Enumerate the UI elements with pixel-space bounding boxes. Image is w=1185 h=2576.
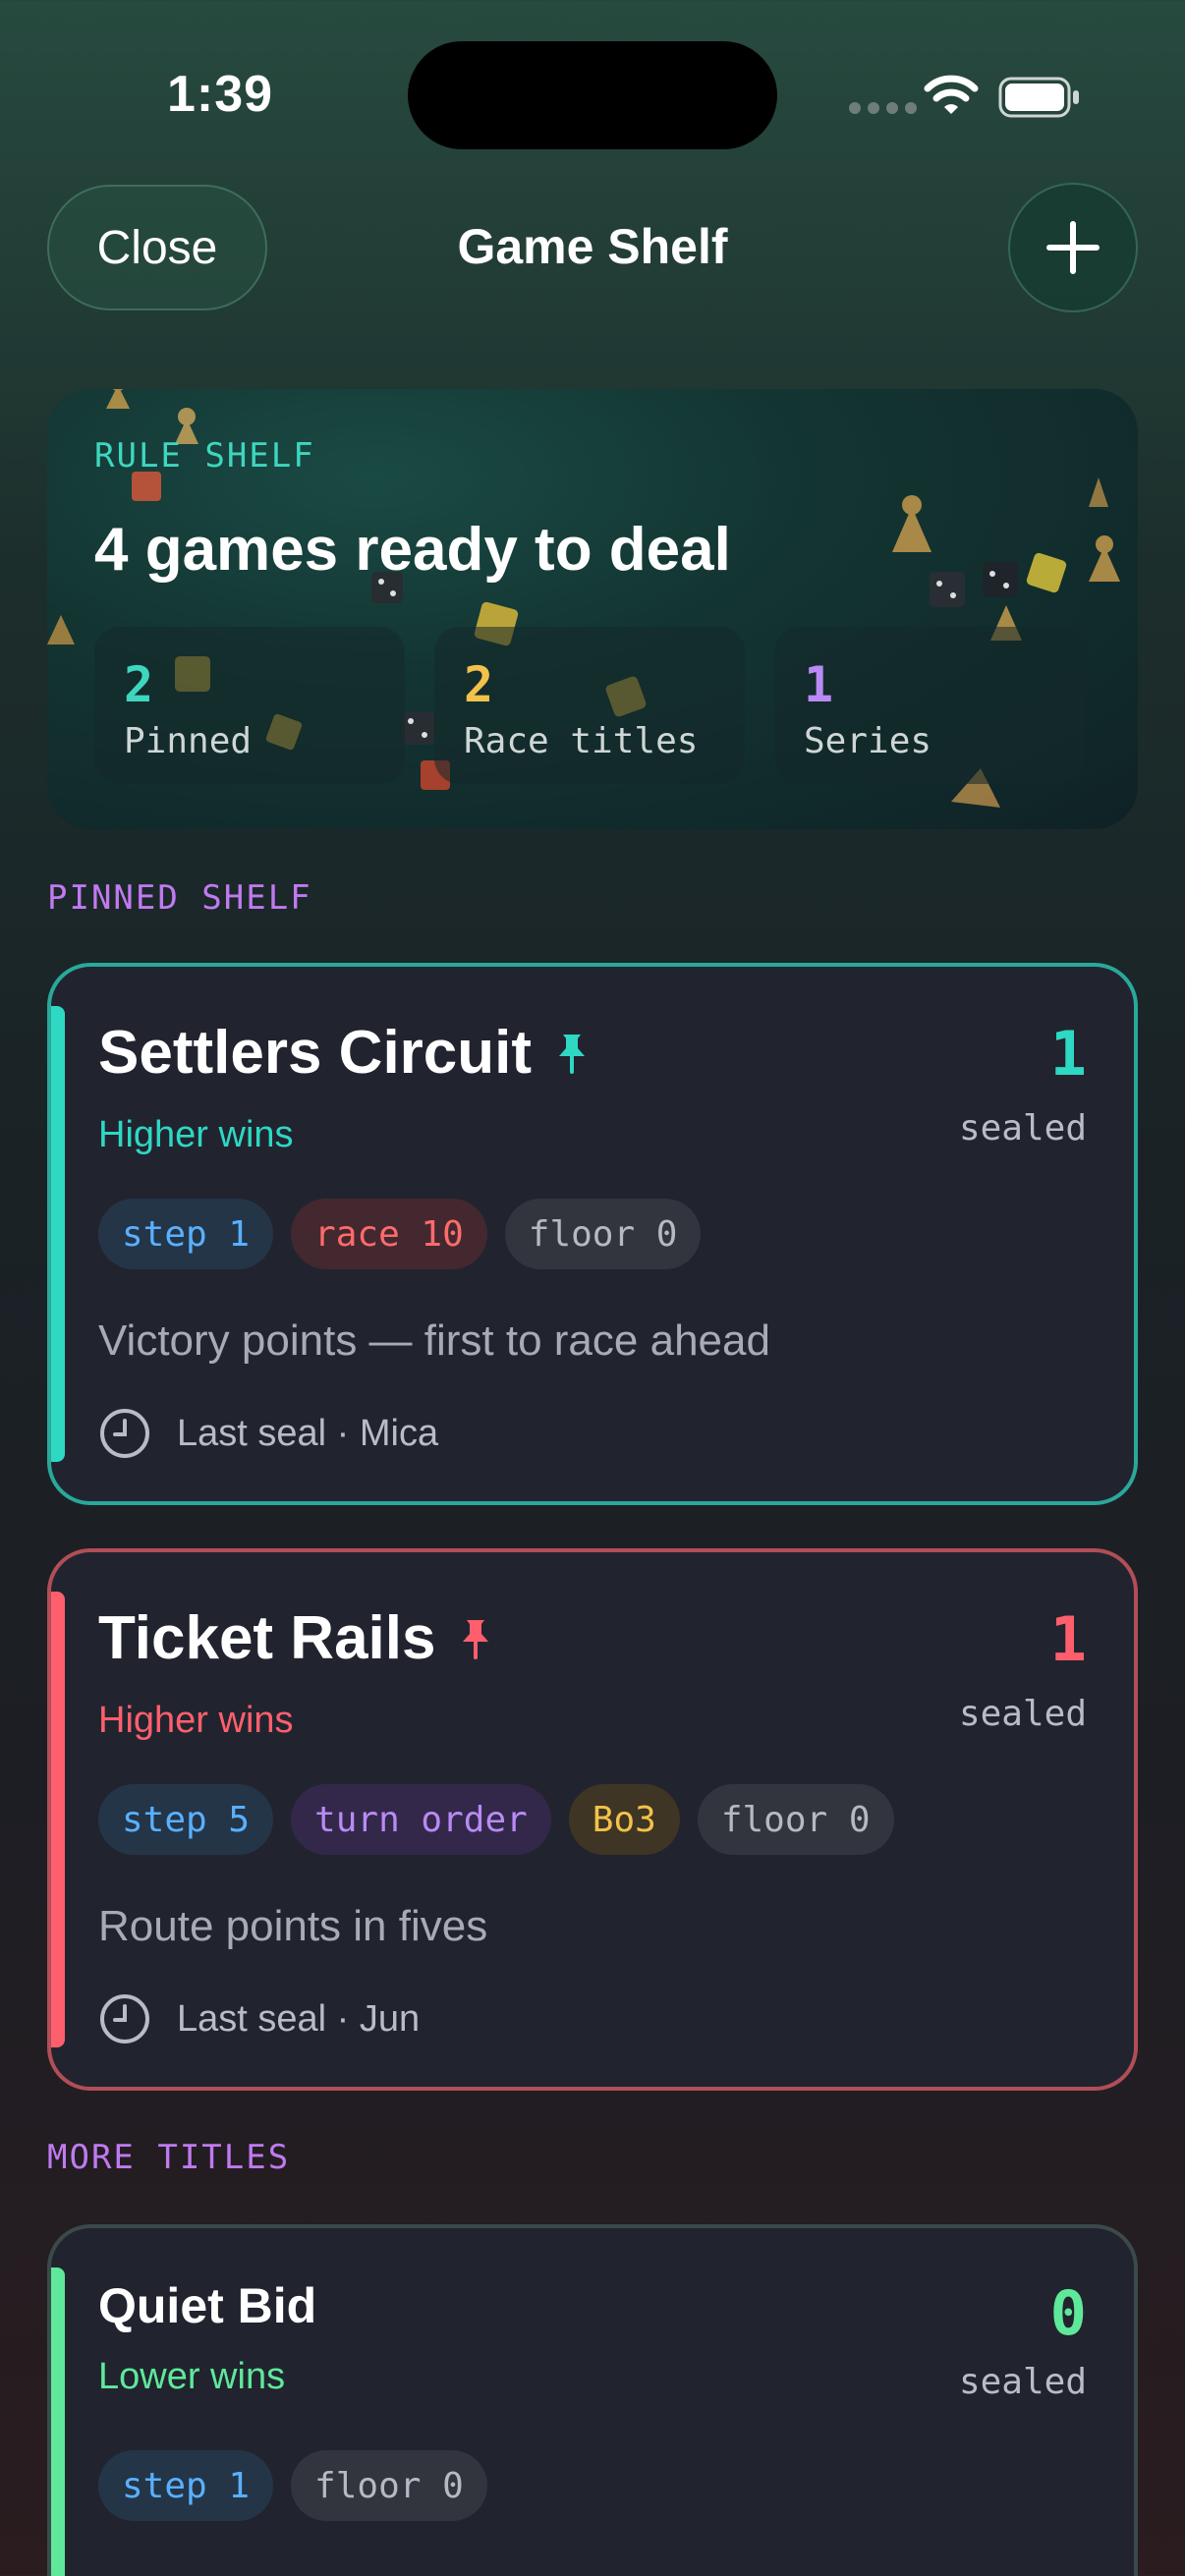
stat-value: 1 xyxy=(804,656,834,713)
card-accent-bar xyxy=(51,1592,65,2047)
sealed-count: 1 xyxy=(1049,1603,1087,1675)
game-card-settlers-circuit[interactable]: Settlers Circuit Higher wins 1 sealed st… xyxy=(47,963,1138,1505)
win-rule: Higher wins xyxy=(98,1700,294,1741)
sealed-label: sealed xyxy=(958,1108,1087,1148)
add-game-button[interactable] xyxy=(1008,183,1138,312)
chip-race: race 10 xyxy=(291,1199,487,1269)
clock-icon xyxy=(100,1409,149,1458)
plus-icon xyxy=(1046,221,1100,274)
card-accent-bar xyxy=(51,2268,65,2576)
section-label-pinned: PINNED SHELF xyxy=(47,878,312,918)
stat-race-titles: 2 Race titles xyxy=(434,627,745,784)
game-description: Victory points — first to race ahead xyxy=(98,1316,770,1365)
dynamic-island xyxy=(408,41,777,149)
clock-icon xyxy=(100,1994,149,2044)
rule-chips: step 5 turn order Bo3 floor 0 xyxy=(98,1784,894,1855)
hero-eyebrow: RULE SHELF xyxy=(94,436,315,476)
card-accent-bar xyxy=(51,1006,65,1462)
stat-series: 1 Series xyxy=(774,627,1085,784)
wifi-icon xyxy=(924,75,979,114)
chip-step: step 5 xyxy=(98,1784,274,1855)
stat-value: 2 xyxy=(124,656,154,713)
game-description: Route points in fives xyxy=(98,1902,488,1950)
chip-floor: floor 0 xyxy=(504,1199,702,1269)
game-card-quiet-bid[interactable]: Quiet Bid Lower wins 0 sealed step 1 flo… xyxy=(47,2224,1138,2576)
rule-chips: step 1 floor 0 xyxy=(98,2450,487,2521)
game-title: Quiet Bid xyxy=(98,2278,317,2333)
win-rule: Lower wins xyxy=(98,2356,286,2397)
chip-series: Bo3 xyxy=(568,1784,680,1855)
chip-step: step 1 xyxy=(98,2450,274,2521)
stat-label: Pinned xyxy=(124,721,253,761)
game-title: Settlers Circuit xyxy=(98,1019,533,1087)
battery-icon xyxy=(998,77,1079,118)
cellular-signal-icon xyxy=(849,102,917,114)
card-title-row: Ticket Rails xyxy=(98,1603,490,1673)
stat-label: Series xyxy=(804,721,932,761)
sealed-label: sealed xyxy=(958,2362,1087,2402)
game-title: Ticket Rails xyxy=(98,1604,436,1672)
rule-shelf-summary-card: RULE SHELF 4 games ready to deal 2 Pinne… xyxy=(47,389,1138,829)
last-seal-text: Last seal · Jun xyxy=(177,1997,421,2040)
chip-turn-order: turn order xyxy=(291,1784,551,1855)
last-seal-text: Last seal · Mica xyxy=(177,1412,439,1454)
hero-title: 4 games ready to deal xyxy=(94,516,731,584)
card-title-row: Settlers Circuit xyxy=(98,1018,587,1088)
chip-step: step 1 xyxy=(98,1199,274,1269)
status-time: 1:39 xyxy=(167,66,274,123)
stat-label: Race titles xyxy=(464,721,699,761)
sealed-label: sealed xyxy=(958,1694,1087,1734)
game-card-ticket-rails[interactable]: Ticket Rails Higher wins 1 sealed step 5… xyxy=(47,1548,1138,2091)
chip-floor: floor 0 xyxy=(697,1784,894,1855)
card-title-row: Quiet Bid xyxy=(98,2277,316,2334)
chip-floor: floor 0 xyxy=(291,2450,487,2521)
stat-value: 2 xyxy=(464,656,494,713)
win-rule: Higher wins xyxy=(98,1114,294,1155)
last-seal-row: Last seal · Jun xyxy=(98,1992,420,2045)
pin-icon xyxy=(463,1619,489,1659)
section-label-more: MORE TITLES xyxy=(47,2138,291,2177)
pin-icon xyxy=(559,1034,586,1074)
rule-chips: step 1 race 10 floor 0 xyxy=(98,1199,702,1269)
sealed-count: 0 xyxy=(1049,2277,1087,2349)
sealed-count: 1 xyxy=(1049,1018,1087,1090)
stat-pinned: 2 Pinned xyxy=(94,627,405,784)
last-seal-row: Last seal · Mica xyxy=(98,1407,438,1460)
